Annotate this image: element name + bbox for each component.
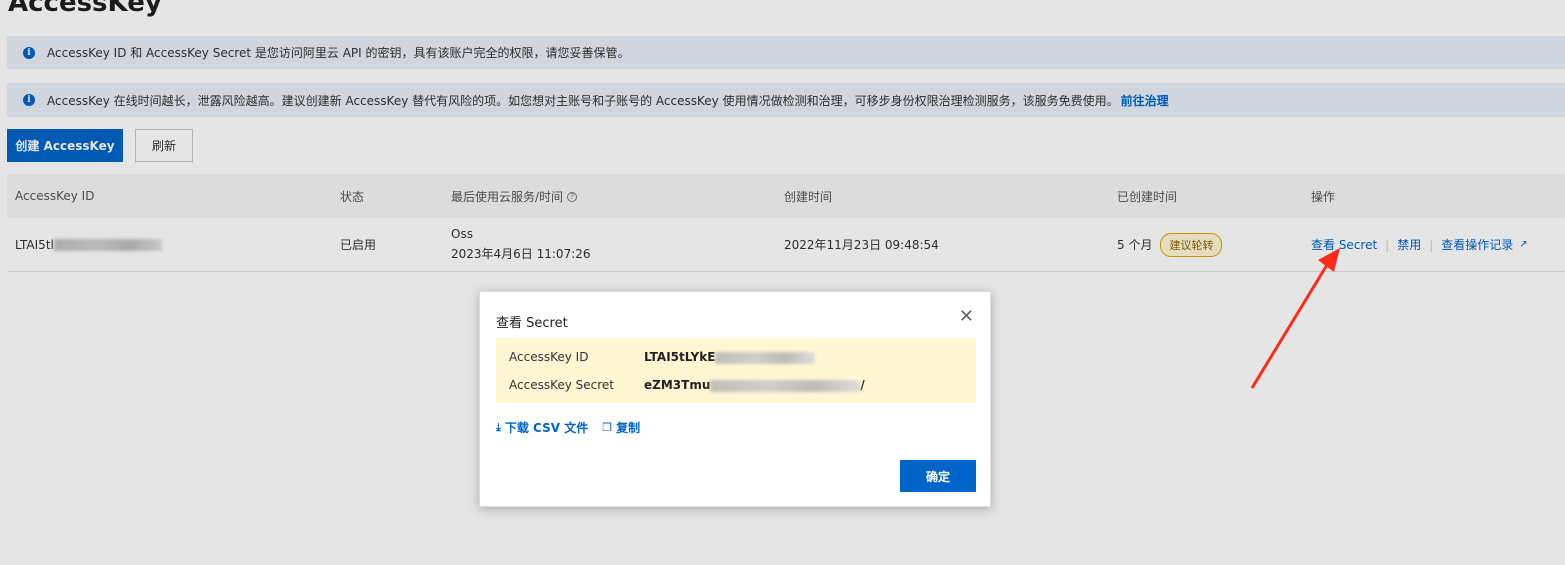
copy-icon: ❐ xyxy=(602,421,613,434)
accesskey-id-value: LTAI5tLYkE xyxy=(644,350,816,364)
view-secret-dialog: 查看 Secret ✕ AccessKey ID LTAI5tLYkE Acce… xyxy=(479,291,991,507)
ok-button[interactable]: 确定 xyxy=(900,460,976,492)
dialog-actions: ⤓ 下载 CSV 文件 ❐ 复制 xyxy=(496,419,640,436)
close-icon[interactable]: ✕ xyxy=(959,306,974,327)
download-csv-button[interactable]: ⤓ 下载 CSV 文件 xyxy=(496,419,588,436)
copy-button[interactable]: ❐ 复制 xyxy=(602,419,640,436)
accesskey-secret-value: eZM3Tmu / xyxy=(644,378,865,392)
annotation-arrow-icon xyxy=(1250,248,1340,389)
secret-box: AccessKey ID LTAI5tLYkE AccessKey Secret… xyxy=(496,338,976,403)
redacted-id xyxy=(715,351,816,364)
redacted-secret xyxy=(710,379,861,392)
download-icon: ⤓ xyxy=(496,420,501,434)
dialog-title: 查看 Secret xyxy=(496,316,568,331)
accesskey-id-label: AccessKey ID xyxy=(509,350,589,364)
accesskey-secret-label: AccessKey Secret xyxy=(509,378,615,392)
